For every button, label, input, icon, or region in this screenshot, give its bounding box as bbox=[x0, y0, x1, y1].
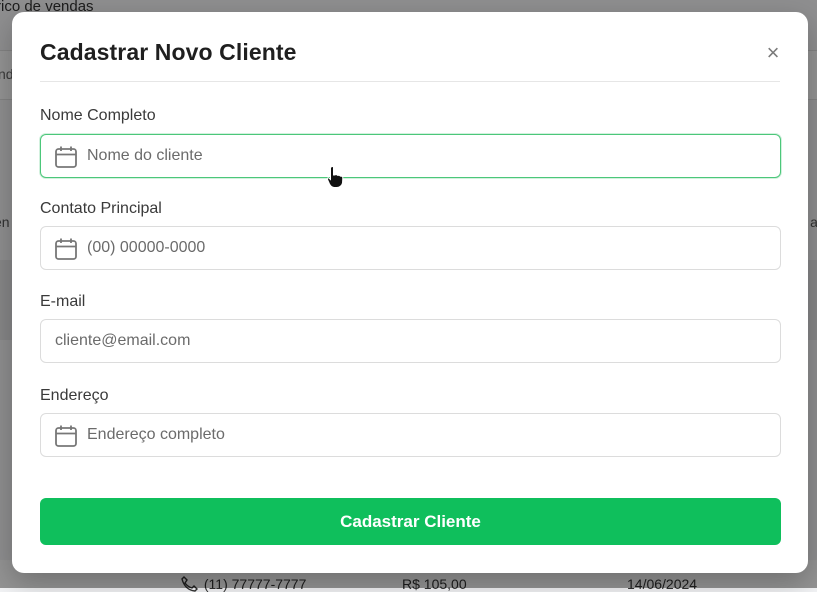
modal-title: Cadastrar Novo Cliente bbox=[40, 39, 297, 65]
name-label: Nome Completo bbox=[40, 107, 156, 124]
register-client-modal: Cadastrar Novo Cliente × Nome Completo C… bbox=[12, 12, 808, 573]
hand-cursor-icon bbox=[326, 166, 344, 188]
email-field[interactable] bbox=[40, 319, 781, 363]
email-input[interactable] bbox=[55, 320, 768, 362]
address-input[interactable] bbox=[87, 414, 768, 456]
submit-button[interactable]: Cadastrar Cliente bbox=[40, 498, 781, 545]
calendar-icon bbox=[55, 146, 77, 168]
name-field[interactable] bbox=[40, 134, 781, 178]
calendar-icon bbox=[55, 425, 77, 447]
calendar-icon bbox=[55, 238, 77, 260]
address-field[interactable] bbox=[40, 413, 781, 457]
header-divider bbox=[40, 81, 780, 82]
contact-label: Contato Principal bbox=[40, 200, 162, 217]
name-input[interactable] bbox=[87, 135, 768, 177]
address-label: Endereço bbox=[40, 387, 109, 404]
contact-field[interactable] bbox=[40, 226, 781, 270]
email-label: E-mail bbox=[40, 293, 86, 310]
close-button[interactable]: × bbox=[762, 42, 784, 64]
contact-input[interactable] bbox=[87, 227, 768, 269]
